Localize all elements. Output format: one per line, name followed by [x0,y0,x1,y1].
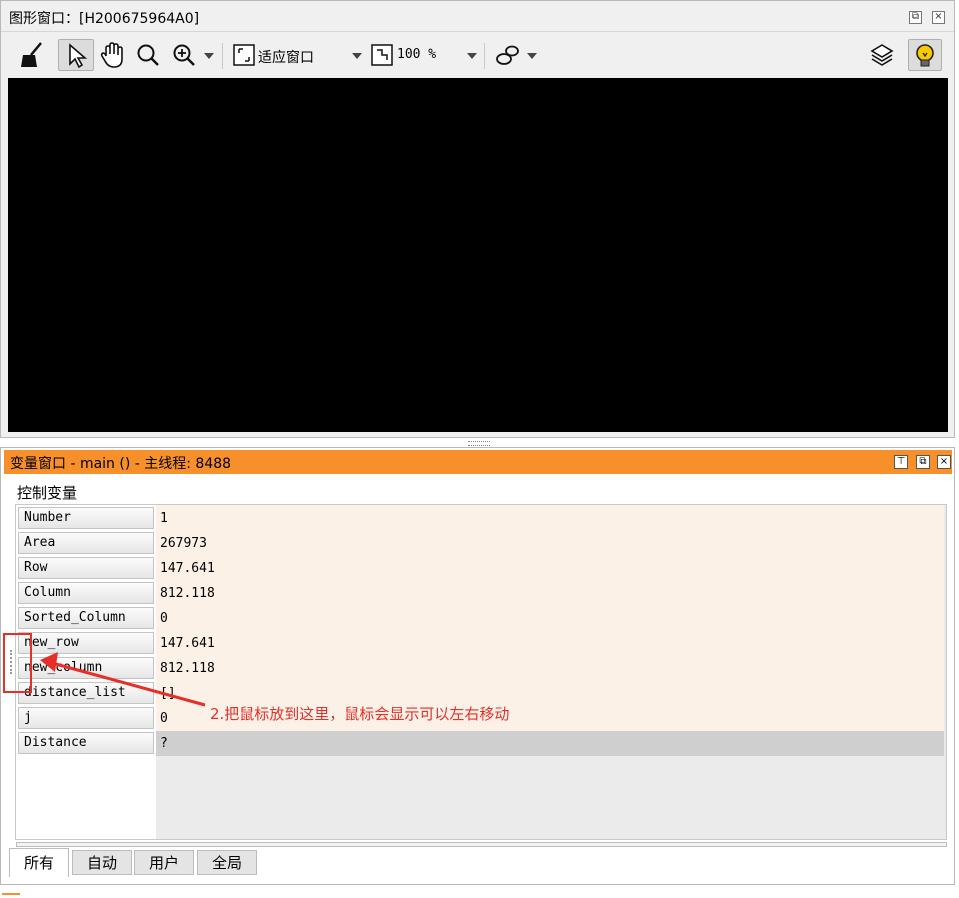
zoom-percent-icon-wrap[interactable] [370,39,396,71]
variable-value: 1 [160,511,168,526]
horizontal-scrollbar[interactable] [16,842,947,847]
variable-name: Column [18,582,154,604]
variable-value: ? [160,736,168,751]
control-variables-label: 控制变量 [17,484,78,502]
draw-dropdown-icon[interactable] [527,53,537,59]
variable-value: 812.118 [160,661,215,676]
variable-name: Number [18,507,154,529]
graphics-canvas[interactable] [8,78,948,432]
zoom-in-button[interactable] [170,39,198,71]
layers-button[interactable] [867,39,897,71]
zoom-percent-value[interactable]: 100 % [397,47,436,62]
tab-global[interactable]: 全局 [197,850,257,875]
variable-value: 0 [160,611,168,626]
table-row[interactable]: Row 147.641 [16,556,944,581]
variable-name: distance_list [18,682,154,704]
zoom-percent-dropdown-icon[interactable] [467,53,477,59]
hand-icon [100,42,123,68]
hint-button[interactable] [908,39,942,71]
cursor-arrow-icon [69,43,88,69]
table-row[interactable]: Column 812.118 [16,581,944,606]
variable-name: Row [18,557,154,579]
toolbar-separator [484,43,485,69]
pointer-tool-button[interactable] [58,39,94,71]
variable-name: new_row [18,632,154,654]
draw-tool-button[interactable] [493,39,523,71]
tab-all[interactable]: 所有 [9,848,69,877]
float-window-button[interactable]: ⧉ [916,455,930,469]
variables-grid: Number 1 Area 267973 Row 147.641 Column … [15,504,947,840]
graphics-window-titlebar: 图形窗口：[H200675964A0] ⧉ × [1,1,954,32]
variable-value: 147.641 [160,636,215,651]
tab-auto[interactable]: 自动 [72,850,132,875]
table-row[interactable]: Sorted_Column 0 [16,606,944,631]
magnify-tool-button[interactable] [134,39,162,71]
variable-name: new_column [18,657,154,679]
variable-window-titlebar: 变量窗口 - main () - 主线程: 8488 ⊤ ⧉ × [4,450,952,474]
float-window-button[interactable]: ⧉ [909,11,922,24]
tab-user[interactable]: 用户 [134,850,194,875]
splitter-grip[interactable] [468,441,490,446]
lightbulb-icon [916,44,934,67]
close-window-button[interactable]: × [932,11,945,24]
pin-window-button[interactable]: ⊤ [894,455,908,469]
variable-window-title: 变量窗口 - main () - 主线程: 8488 [10,456,232,472]
variable-name: Sorted_Column [18,607,154,629]
pan-tool-button[interactable] [98,39,128,71]
fit-window-label[interactable]: 适应窗口 [258,47,314,67]
variable-window: 变量窗口 - main () - 主线程: 8488 ⊤ ⧉ × 控制变量 Nu… [0,447,955,885]
annotation-highlight-box [3,633,32,693]
layers-icon [870,44,894,66]
graphics-window-title: 图形窗口：[H200675964A0] [9,11,200,27]
graphics-window: 图形窗口：[H200675964A0] ⧉ × 适应窗口 100 % [0,0,955,438]
variable-name: Area [18,532,154,554]
zoom-percent-icon [371,44,393,66]
table-row[interactable]: Number 1 [16,506,944,531]
magnifier-icon [137,44,159,66]
fit-window-icon-wrap[interactable] [231,39,257,71]
zoom-dropdown-icon[interactable] [204,53,214,59]
table-row[interactable]: Area 267973 [16,531,944,556]
bottom-edge-mark [2,893,20,895]
toolbar-separator [222,43,223,69]
variable-value: 267973 [160,536,207,551]
table-row[interactable]: new_column 812.118 [16,656,944,681]
table-row[interactable]: new_row 147.641 [16,631,944,656]
clear-window-button[interactable] [17,39,47,71]
variable-value: 0 [160,711,168,726]
shape-draw-icon [496,45,519,65]
variable-value: 812.118 [160,586,215,601]
close-window-button[interactable]: × [937,455,951,469]
variable-value: 147.641 [160,561,215,576]
variable-value: [] [160,686,176,701]
variable-name: Distance [18,732,154,754]
fit-window-icon [233,44,255,66]
annotation-text: 2.把鼠标放到这里，鼠标会显示可以左右移动 [210,705,510,723]
variable-name: j [18,707,154,729]
table-row-selected[interactable]: Distance ? [16,731,944,756]
broom-icon [21,42,42,67]
graphics-toolbar: 适应窗口 100 % [7,35,947,75]
zoom-in-icon [173,44,195,66]
selected-row-highlight [156,731,944,756]
fit-dropdown-icon[interactable] [352,53,362,59]
